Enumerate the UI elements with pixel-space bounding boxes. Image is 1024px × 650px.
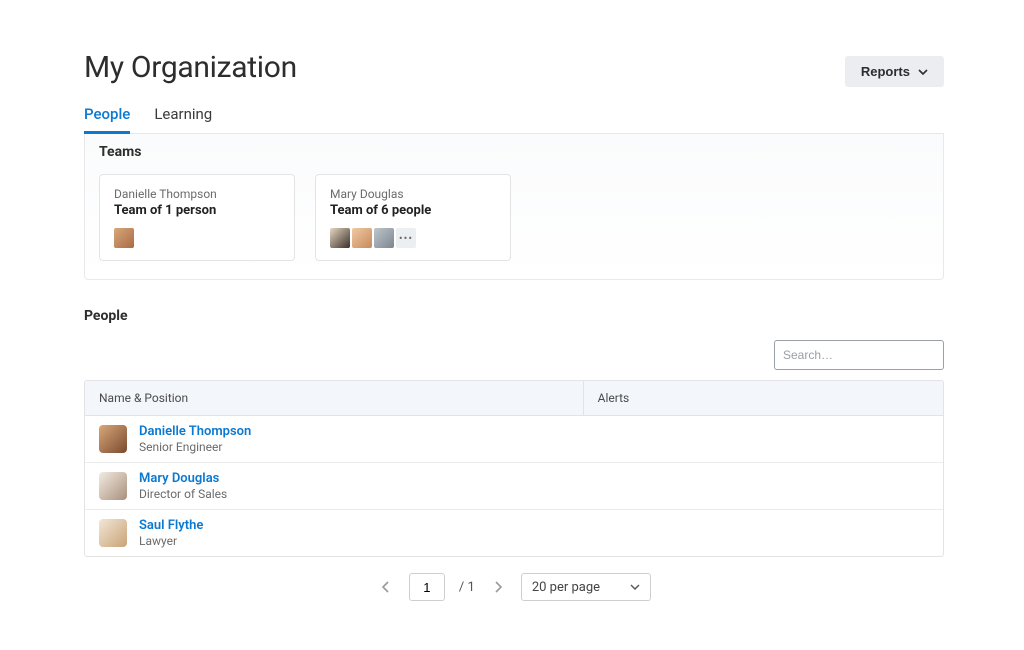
per-page-label: 20 per page bbox=[532, 580, 600, 595]
people-heading: People bbox=[84, 308, 944, 324]
column-header-alerts[interactable]: Alerts bbox=[583, 381, 943, 415]
avatar bbox=[99, 519, 127, 547]
table-row[interactable]: Saul Flythe Lawyer bbox=[85, 510, 943, 556]
tab-learning[interactable]: Learning bbox=[154, 105, 212, 133]
avatar bbox=[114, 228, 134, 248]
tab-people[interactable]: People bbox=[84, 105, 130, 134]
chevron-right-icon bbox=[494, 581, 502, 593]
page-title: My Organization bbox=[84, 50, 297, 85]
chevron-down-icon bbox=[918, 69, 928, 75]
teams-heading: Teams bbox=[99, 144, 929, 160]
team-card[interactable]: Danielle Thompson Team of 1 person bbox=[99, 174, 295, 261]
team-card[interactable]: Mary Douglas Team of 6 people ••• bbox=[315, 174, 511, 261]
person-name-link[interactable]: Danielle Thompson bbox=[139, 424, 251, 439]
avatar bbox=[99, 425, 127, 453]
more-avatars-icon[interactable]: ••• bbox=[396, 228, 416, 248]
team-size: Team of 6 people bbox=[330, 203, 496, 218]
reports-button[interactable]: Reports bbox=[845, 56, 944, 87]
avatar bbox=[99, 472, 127, 500]
search-box[interactable] bbox=[774, 340, 944, 370]
next-page-button[interactable] bbox=[489, 578, 507, 596]
teams-section: Teams Danielle Thompson Team of 1 person… bbox=[84, 134, 944, 280]
pagination: / 1 20 per page bbox=[84, 573, 944, 601]
search-input[interactable] bbox=[783, 348, 938, 362]
table-row[interactable]: Mary Douglas Director of Sales bbox=[85, 463, 943, 510]
team-owner: Danielle Thompson bbox=[114, 187, 280, 201]
per-page-select[interactable]: 20 per page bbox=[521, 573, 651, 601]
prev-page-button[interactable] bbox=[377, 578, 395, 596]
team-owner: Mary Douglas bbox=[330, 187, 496, 201]
people-table: Name & Position Alerts Danielle Thompson… bbox=[84, 380, 944, 557]
reports-label: Reports bbox=[861, 64, 910, 79]
person-name-link[interactable]: Saul Flythe bbox=[139, 518, 203, 533]
person-position: Lawyer bbox=[139, 534, 203, 548]
column-header-name[interactable]: Name & Position bbox=[85, 381, 583, 415]
team-size: Team of 1 person bbox=[114, 203, 280, 218]
page-total: / 1 bbox=[459, 580, 475, 595]
avatar bbox=[352, 228, 372, 248]
avatar bbox=[330, 228, 350, 248]
table-row[interactable]: Danielle Thompson Senior Engineer bbox=[85, 416, 943, 463]
chevron-down-icon bbox=[630, 584, 640, 590]
avatar bbox=[374, 228, 394, 248]
chevron-left-icon bbox=[382, 581, 390, 593]
person-name-link[interactable]: Mary Douglas bbox=[139, 471, 227, 486]
tabs: People Learning bbox=[84, 105, 944, 134]
person-position: Director of Sales bbox=[139, 487, 227, 501]
page-input[interactable] bbox=[409, 573, 445, 601]
person-position: Senior Engineer bbox=[139, 440, 251, 454]
